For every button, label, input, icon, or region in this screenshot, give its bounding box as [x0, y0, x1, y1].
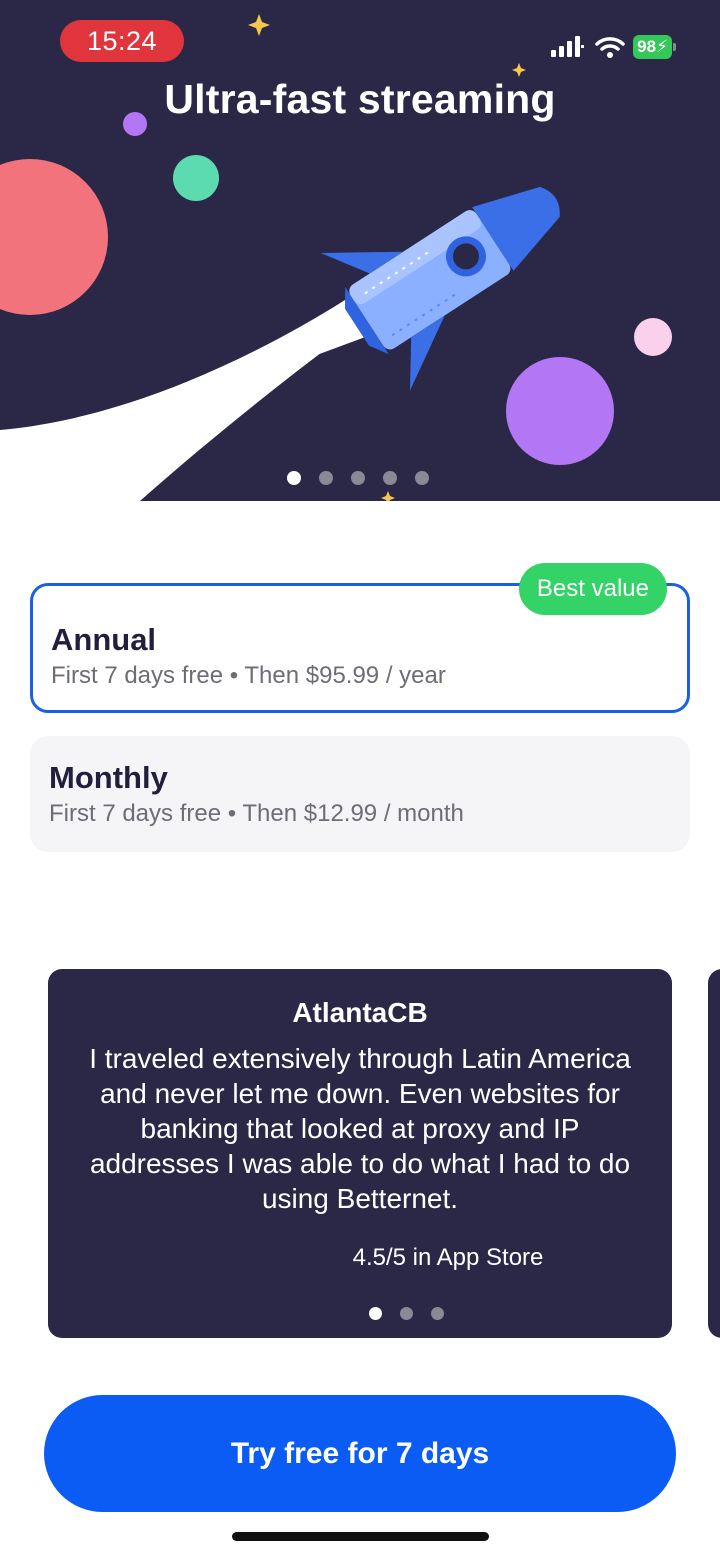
plan-description: First 7 days free • Then $95.99 / year [51, 660, 669, 692]
sparkle [248, 14, 270, 36]
app-store-rating: 4.5/5 in App Store [352, 1244, 544, 1271]
review-card[interactable]: AtlantaCB I traveled extensively through… [48, 969, 672, 1338]
separator-dot: • [229, 662, 239, 689]
battery-icon: 98⚡ [633, 35, 676, 59]
wifi-icon [595, 37, 625, 58]
plan-name: Monthly [49, 760, 168, 795]
carousel-dot[interactable] [351, 471, 365, 485]
status-indicators: 98⚡ [551, 33, 676, 61]
exhaust-trail [190, 318, 368, 402]
planet-green [173, 155, 219, 201]
carousel-dot[interactable] [319, 471, 333, 485]
hero-carousel-indicator[interactable] [287, 471, 429, 485]
hero-title: Ultra-fast streaming [164, 76, 556, 122]
planet-purple [506, 357, 614, 465]
carousel-dot-active[interactable] [287, 471, 301, 485]
start-trial-button[interactable]: Try free for 7 days [44, 1395, 676, 1512]
sparkle [381, 491, 395, 501]
cellular-signal-icon [551, 36, 585, 57]
carousel-dot[interactable] [415, 471, 429, 485]
review-carousel-indicator[interactable] [369, 1307, 444, 1320]
rocket [320, 186, 560, 391]
separator-dot: • [227, 800, 237, 827]
plan-description: First 7 days free • Then $12.99 / month [49, 798, 672, 830]
plan-option-annual[interactable]: Best value Annual First 7 days free • Th… [30, 563, 690, 713]
review-dot-active[interactable] [369, 1307, 382, 1320]
reviewer-name: AtlantaCB [292, 997, 428, 1028]
status-time: 15:24 [60, 20, 184, 62]
plan-price: Then $95.99 / year [244, 662, 446, 689]
review-text: I traveled extensively through Latin Ame… [89, 1043, 631, 1214]
home-indicator[interactable] [232, 1532, 489, 1541]
planet-pink [634, 318, 672, 356]
plan-price: Then $12.99 / month [242, 800, 464, 827]
plan-trial: First 7 days free [51, 662, 224, 689]
battery-level: 98 [637, 37, 657, 56]
planet-red [0, 159, 108, 315]
review-dot[interactable] [431, 1307, 444, 1320]
sparkle [512, 63, 526, 77]
carousel-dot[interactable] [383, 471, 397, 485]
plan-name: Annual [51, 622, 157, 657]
review-dot[interactable] [400, 1307, 413, 1320]
next-review-card-peek[interactable] [708, 969, 720, 1338]
plan-trial: First 7 days free [49, 800, 222, 827]
hero-banner: 15:24 98⚡ Ultra-fast streaming [0, 0, 720, 501]
best-value-badge: Best value [518, 563, 667, 615]
plan-option-monthly[interactable]: Monthly First 7 days free • Then $12.99 … [30, 736, 690, 852]
